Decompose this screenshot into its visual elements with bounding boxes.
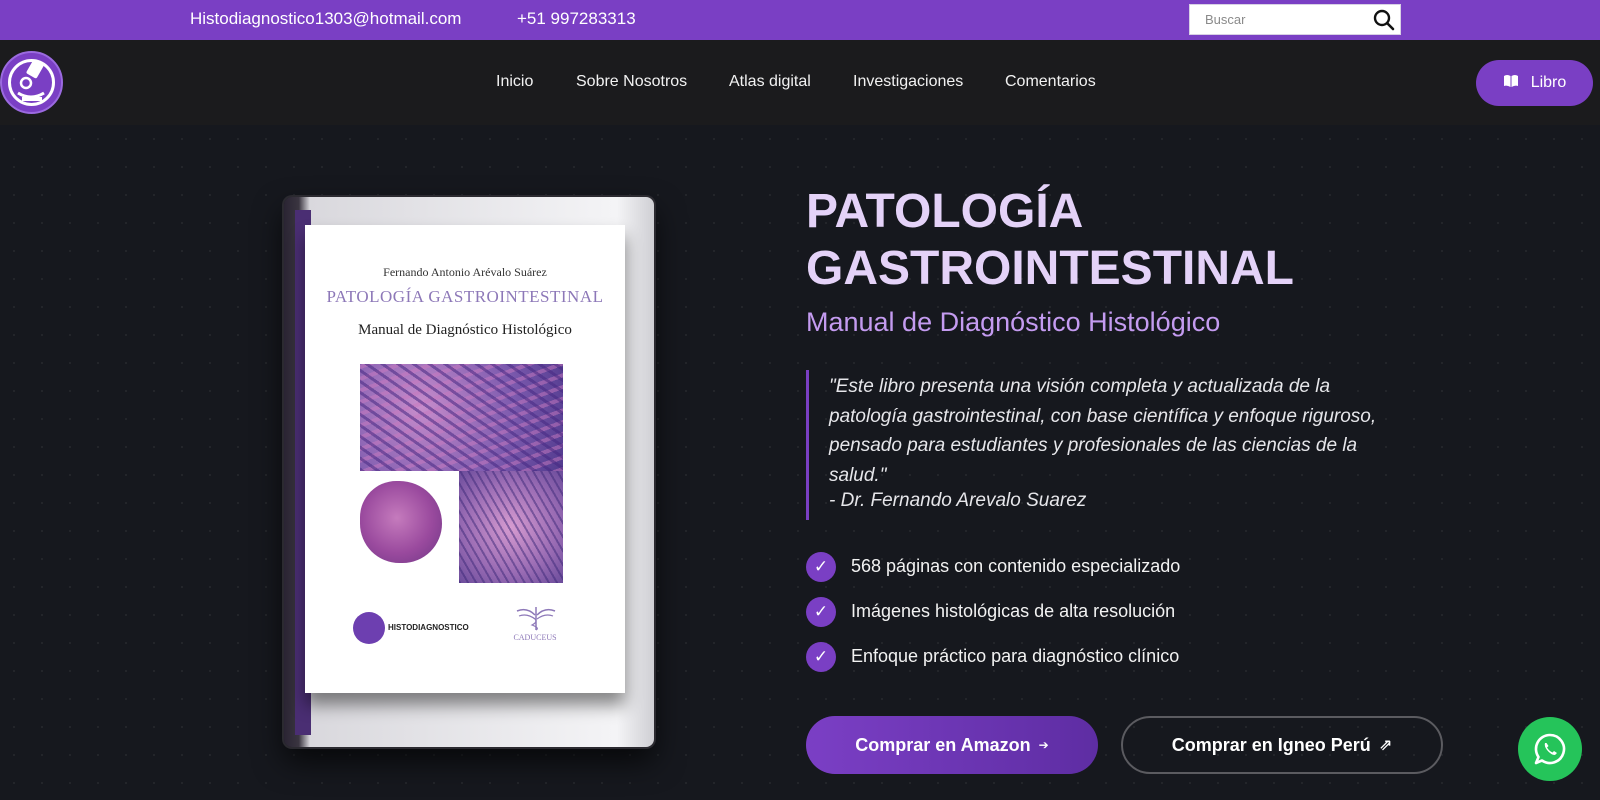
quote-bar	[806, 370, 809, 520]
check-icon: ✓	[806, 597, 836, 627]
feature-text: Imágenes histológicas de alta resolución	[851, 601, 1176, 621]
buy-amazon-label: Comprar en Amazon	[855, 734, 1031, 755]
histodiagnostico-logo-icon	[353, 612, 385, 644]
microscope-logo-icon[interactable]	[0, 51, 63, 114]
contact-phone[interactable]: +51 997283313	[517, 9, 636, 29]
libro-button-label: Libro	[1530, 74, 1567, 91]
check-icon: ✓	[806, 642, 836, 672]
hero-subtitle: Manual de Diagnóstico Histológico	[806, 307, 1221, 337]
check-icon: ✓	[806, 552, 836, 582]
search-icon[interactable]	[1372, 8, 1396, 32]
buy-amazon-button[interactable]: Comprar en Amazon ➔	[806, 716, 1098, 774]
nav-item-inicio[interactable]: Inicio	[496, 73, 533, 91]
nav-item-atlas-digital[interactable]: Atlas digital	[729, 73, 811, 91]
caduceus-icon	[515, 605, 557, 631]
quote-author: - Dr. Fernando Arevalo Suarez	[829, 490, 1087, 511]
cover-subtitle: Manual de Diagnóstico Histológico	[358, 322, 572, 338]
external-link-icon: ⇗	[1378, 737, 1393, 754]
search-input[interactable]	[1190, 5, 1370, 34]
book-open-icon	[1503, 74, 1519, 93]
cover-publisher: CADUCEUS	[513, 633, 557, 642]
histology-image-top	[360, 364, 563, 471]
hero-title: PATOLOGÍA GASTROINTESTINAL	[806, 185, 1294, 295]
search-box	[1189, 4, 1401, 35]
libro-button[interactable]: Libro	[1476, 60, 1593, 106]
contact-email[interactable]: Histodiagnostico1303@hotmail.com	[190, 9, 461, 29]
book-cover-image: Fernando Antonio Arévalo Suárez PATOLOGÍ…	[305, 225, 625, 693]
histology-image-left	[360, 481, 442, 563]
feature-text: Enfoque práctico para diagnóstico clínic…	[851, 646, 1180, 666]
nav-item-investigaciones[interactable]: Investigaciones	[853, 73, 963, 91]
arrow-right-icon: ➔	[1038, 738, 1049, 752]
buy-igneo-button[interactable]: Comprar en Igneo Perú ⇗	[1121, 716, 1443, 774]
nav-item-comentarios[interactable]: Comentarios	[1005, 73, 1096, 91]
histology-image-right	[459, 471, 563, 583]
nav-item-sobre-nosotros[interactable]: Sobre Nosotros	[576, 73, 687, 91]
buy-igneo-label: Comprar en Igneo Perú	[1171, 734, 1371, 755]
top-bar: Histodiagnostico1303@hotmail.com +51 997…	[0, 0, 1600, 40]
whatsapp-icon[interactable]	[1518, 717, 1582, 781]
hero-quote: "Este libro presenta una visión completa…	[829, 376, 1377, 486]
cover-author: Fernando Antonio Arévalo Suárez	[383, 265, 547, 279]
feature-text: 568 páginas con contenido especializado	[851, 556, 1181, 576]
cover-brand: HISTODIAGNOSTICO	[388, 623, 469, 632]
main-navbar: Inicio Sobre Nosotros Atlas digital Inve…	[0, 40, 1600, 125]
cover-title: PATOLOGÍA GASTROINTESTINAL	[326, 287, 604, 306]
